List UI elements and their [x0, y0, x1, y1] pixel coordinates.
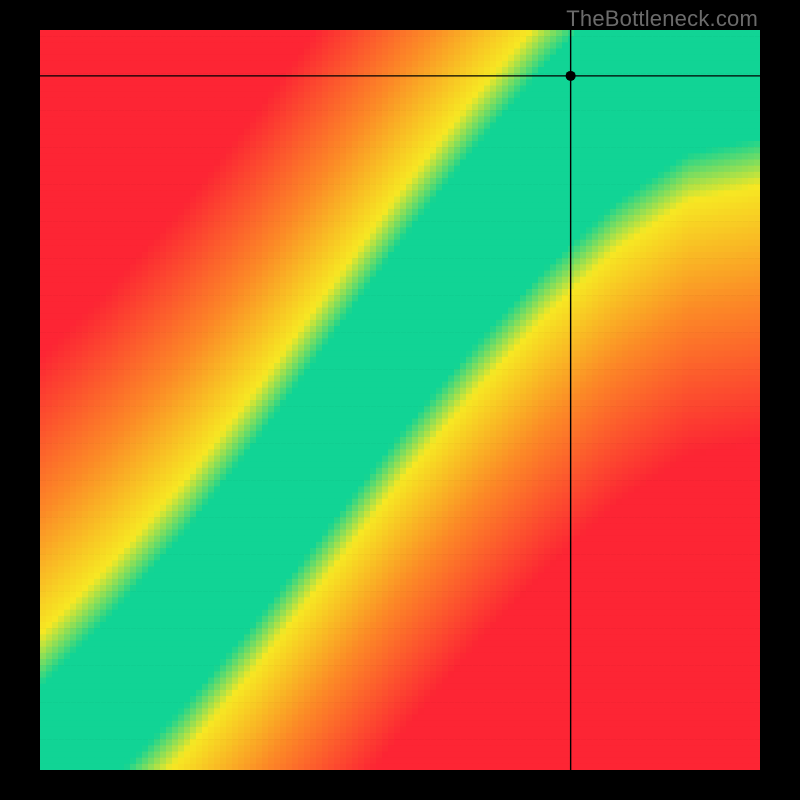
heatmap-canvas [40, 30, 760, 770]
outer-frame: TheBottleneck.com [0, 0, 800, 800]
watermark-text: TheBottleneck.com [566, 6, 758, 32]
heatmap-plot [40, 30, 760, 770]
